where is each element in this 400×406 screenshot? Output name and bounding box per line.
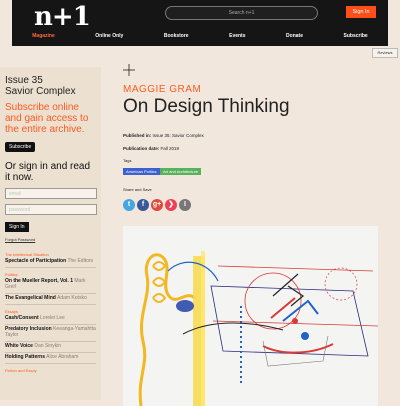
- publication-date-label: Publication date:: [123, 146, 160, 151]
- tag-art-and-architecture[interactable]: Art and Architecture: [160, 168, 202, 175]
- email-field[interactable]: email: [5, 188, 97, 199]
- toc-item-author: Lorelei Lee: [40, 315, 65, 321]
- article-illustration: [123, 226, 378, 406]
- google-plus-icon[interactable]: g+: [151, 199, 163, 211]
- nav-item-events[interactable]: Events: [225, 31, 249, 41]
- toc-item-author: Alice Abraham: [46, 354, 79, 360]
- article-author[interactable]: MAGGIE GRAM: [123, 84, 201, 95]
- toc-item[interactable]: On the Mueller Report, Vol. 1 Mark Greif: [5, 278, 96, 294]
- signin-prompt: Or sign in and read it now.: [5, 161, 91, 183]
- sidebar: Issue 35 Savior Complex Subscribe online…: [0, 67, 101, 400]
- nav-item-online-only[interactable]: Online Only: [91, 31, 127, 41]
- toc-item-title[interactable]: White Voice: [5, 343, 33, 349]
- subscribe-prompt[interactable]: Subscribe online and gain access to the …: [5, 102, 96, 135]
- sidebar-sign-in-button[interactable]: Sign In: [5, 222, 29, 232]
- article-title: On Design Thinking: [123, 96, 290, 117]
- publication-date-value: Fall 2019: [160, 146, 180, 151]
- share-label: Share and Save: [123, 187, 152, 192]
- publication-date: Publication date: Fall 2019: [123, 146, 179, 151]
- pocket-icon[interactable]: ❯: [165, 199, 177, 211]
- issue-number[interactable]: Issue 35: [5, 75, 96, 86]
- nav-item-donate[interactable]: Donate: [282, 31, 307, 41]
- instapaper-icon[interactable]: I: [179, 199, 191, 211]
- toc-item[interactable]: The Evangelical Mind Adam Kotsko: [5, 295, 96, 305]
- toc-item[interactable]: Holding Patterns Alice Abraham: [5, 354, 96, 364]
- toc-item-title[interactable]: The Evangelical Mind: [5, 295, 56, 301]
- toc-item-title[interactable]: Holding Patterns: [5, 354, 45, 360]
- toc-section-label: The Intellectual Situation: [5, 252, 49, 257]
- plus-icon: [123, 64, 135, 76]
- main-nav: Magazine Online Only Bookstore Events Do…: [12, 31, 388, 41]
- toc-item[interactable]: Cash/Consent Lorelei Lee: [5, 315, 96, 325]
- twitter-icon[interactable]: t: [123, 199, 135, 211]
- reviews-tab[interactable]: Reviews: [372, 48, 398, 58]
- top-bar: n+1 Search n+1 Sign In Magazine Online O…: [12, 0, 388, 46]
- published-in-label: Published in:: [123, 133, 152, 138]
- tags-label: Tags: [123, 158, 132, 163]
- toc-item[interactable]: Predatory Inclusion Keeanga-Yamahtta Tay…: [5, 326, 96, 342]
- published-in: Published in: Issue 35: Savior Complex: [123, 133, 204, 138]
- nav-item-bookstore[interactable]: Bookstore: [160, 31, 193, 41]
- toc-item-title[interactable]: Spectacle of Participation: [5, 258, 66, 264]
- toc-item-author: Adam Kotsko: [56, 295, 87, 301]
- password-field[interactable]: password: [5, 204, 97, 215]
- forgot-password-link[interactable]: Forgot Password: [5, 237, 96, 242]
- toc-item-title[interactable]: Cash/Consent: [5, 315, 39, 321]
- toc-item-author: The Editors: [67, 258, 94, 264]
- nav-item-subscribe[interactable]: Subscribe: [340, 31, 372, 41]
- sign-in-button[interactable]: Sign In: [346, 6, 376, 18]
- facebook-icon[interactable]: f: [137, 199, 149, 211]
- subscribe-button[interactable]: Subscribe: [5, 142, 36, 152]
- table-of-contents: The Intellectual Situation Spectacle of …: [5, 252, 96, 373]
- toc-item[interactable]: White Voice Dan Sinykin: [5, 343, 96, 353]
- toc-item[interactable]: Spectacle of Participation The Editors: [5, 258, 96, 268]
- toc-section-label: Politics: [5, 272, 18, 277]
- nav-item-magazine[interactable]: Magazine: [28, 31, 59, 41]
- toc-section-label: Essays: [5, 309, 18, 314]
- search-input[interactable]: Search n+1: [165, 6, 318, 20]
- published-in-value[interactable]: Issue 35: Savior Complex: [153, 133, 204, 138]
- issue-title[interactable]: Savior Complex: [5, 86, 96, 97]
- toc-item-author: Dan Sinykin: [34, 343, 62, 349]
- toc-section-label: Fiction and Essay: [5, 368, 37, 373]
- site-logo[interactable]: n+1: [34, 2, 91, 32]
- tag-american-politics[interactable]: American Politics: [123, 168, 160, 175]
